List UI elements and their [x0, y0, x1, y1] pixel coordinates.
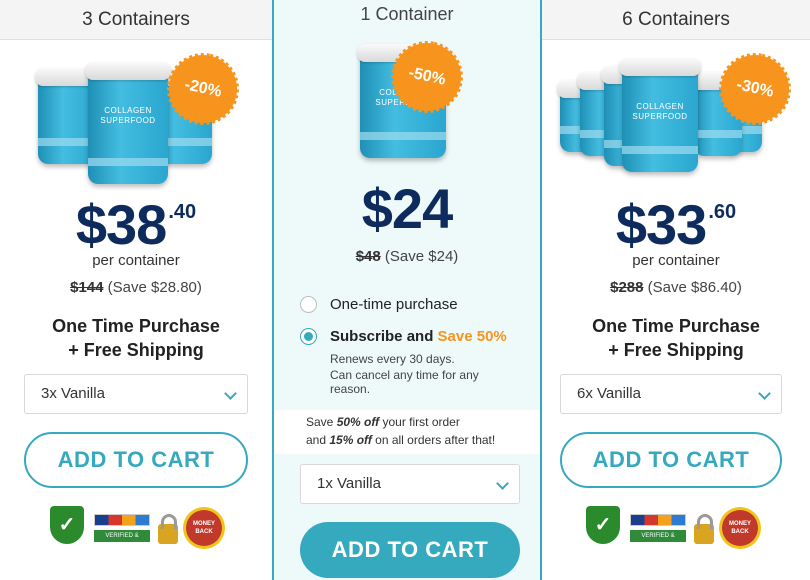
price-whole: $24 [361, 177, 453, 240]
price-whole: $33 [615, 193, 707, 256]
cancel-note: Can cancel any time for any reason. [330, 368, 479, 396]
verified-secured-label: VERIFIED & SECURED [630, 530, 686, 551]
offer-card-3-containers: 3 Containers COLLAGEN SUPERFOOD -20% $38… [0, 0, 272, 580]
subscribe-radio[interactable] [300, 328, 317, 345]
jar-label: COLLAGEN SUPERFOOD [100, 106, 156, 125]
original-price: $144 [70, 279, 104, 296]
price: $24 [274, 176, 540, 241]
chevron-down-icon [758, 387, 771, 400]
lock-icon [158, 514, 178, 544]
flavor-select[interactable]: 1x Vanilla [300, 464, 520, 504]
original-price: $48 [355, 248, 381, 265]
save-text: (Save $86.40) [647, 279, 742, 296]
promo-post-1: your first order [379, 415, 460, 429]
flavor-select-value: 3x Vanilla [41, 385, 105, 402]
price: $38.40 [0, 192, 272, 257]
secure-shield-icon [586, 506, 620, 544]
promo-bold-2: 15% off [329, 433, 372, 447]
price-cents: .60 [708, 201, 737, 223]
per-container-label: per container [92, 252, 180, 269]
purchase-line-1: One Time Purchase [592, 316, 760, 336]
subscribe-text: Subscribe and [330, 328, 438, 345]
money-back-icon: MONEY BACK [186, 510, 222, 546]
promo-pre-1: Save [306, 415, 337, 429]
trust-badges: VERIFIED & SECURED MONEY BACK [50, 504, 230, 551]
secure-shield-icon [50, 506, 84, 544]
money-back-icon: MONEY BACK [722, 510, 758, 546]
flavor-select[interactable]: 6x Vanilla [560, 374, 782, 414]
credit-cards-icon [630, 514, 686, 526]
purchase-line-1: One Time Purchase [52, 316, 220, 336]
discount-badge: -20% [166, 52, 240, 126]
credit-cards-icon [94, 514, 150, 526]
one-time-radio[interactable] [300, 296, 317, 313]
price-cents: .40 [168, 201, 197, 223]
original-price: $288 [610, 279, 644, 296]
verified-secured-label: VERIFIED & SECURED [94, 530, 150, 551]
lock-icon [694, 514, 714, 544]
purchase-line-2: + Free Shipping [608, 340, 744, 360]
add-to-cart-button[interactable]: ADD TO CART [300, 522, 520, 578]
flavor-select-value: 6x Vanilla [577, 385, 641, 402]
purchase-line-2: + Free Shipping [68, 340, 204, 360]
flavor-select-value: 1x Vanilla [317, 475, 381, 492]
original-price-line: $48 (Save $24) [274, 248, 540, 265]
add-to-cart-button[interactable]: ADD TO CART [24, 432, 248, 488]
jar-label: COLLAGEN SUPERFOOD [632, 102, 688, 121]
per-container-label: per container [632, 252, 720, 269]
original-price-line: $288 (Save $86.40) [542, 279, 810, 296]
chevron-down-icon [224, 387, 237, 400]
purchase-type: One Time Purchase + Free Shipping [0, 314, 272, 362]
discount-badge: -30% [718, 52, 792, 126]
offer-card-1-container: 1 Container COLLAGEN SUPERFOOD -50% $24 … [272, 0, 542, 580]
flavor-select[interactable]: 3x Vanilla [24, 374, 248, 414]
original-price-line: $144 (Save $28.80) [0, 279, 272, 296]
save-text: (Save $24) [384, 248, 459, 265]
subscribe-accent: Save 50% [437, 328, 507, 345]
promo-text: Save 50% off your first order and 15% of… [274, 410, 540, 454]
add-to-cart-button[interactable]: ADD TO CART [560, 432, 782, 488]
one-time-label[interactable]: One-time purchase [330, 296, 458, 313]
offer-title: 6 Containers [542, 0, 810, 40]
promo-post-2: on all orders after that! [371, 433, 496, 447]
promo-pre-2: and [306, 433, 330, 447]
price: $33.60 [542, 192, 810, 257]
trust-badges: VERIFIED & SECURED MONEY BACK [586, 504, 766, 551]
discount-badge: -50% [390, 40, 464, 114]
chevron-down-icon [496, 477, 509, 490]
renews-note: Renews every 30 days. [330, 352, 455, 366]
purchase-type: One Time Purchase + Free Shipping [542, 314, 810, 362]
offer-title: 1 Container [360, 4, 454, 24]
subscribe-label[interactable]: Subscribe and Save 50% [330, 328, 507, 345]
save-text: (Save $28.80) [107, 279, 202, 296]
promo-bold-1: 50% off [336, 415, 380, 429]
offer-card-6-containers: 6 Containers COLLAGEN SUPERFOOD -30% $33… [542, 0, 810, 580]
price-whole: $38 [75, 193, 167, 256]
offer-title: 3 Containers [0, 0, 272, 40]
